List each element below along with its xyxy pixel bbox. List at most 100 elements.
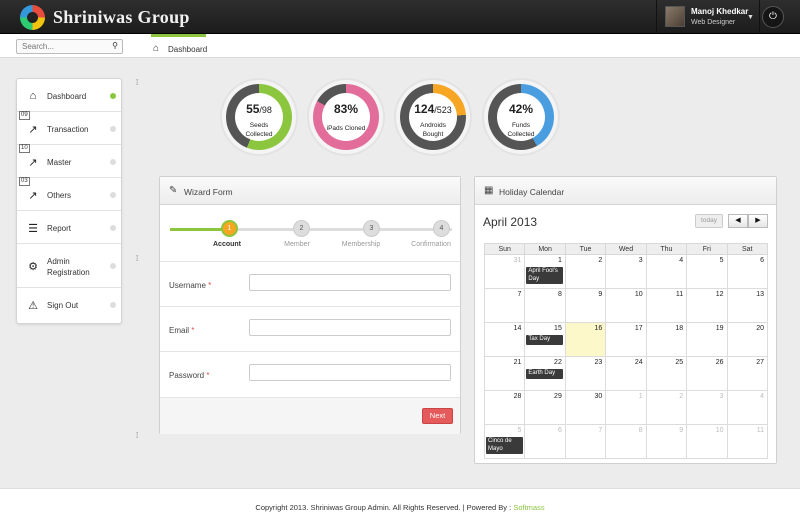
sidebar-item-others[interactable]: 03 ↗ Others: [17, 177, 121, 211]
resize-handle[interactable]: ⁞: [136, 432, 139, 451]
today-button[interactable]: today: [695, 214, 723, 228]
step-label-member[interactable]: Member: [262, 241, 332, 248]
search-icon[interactable]: ⚲: [112, 41, 118, 50]
calendar-day-cell[interactable]: 9: [645, 424, 688, 459]
calendar-day-cell[interactable]: 8: [605, 424, 647, 459]
step-label-confirmation[interactable]: Confirmation: [396, 241, 466, 248]
status-dot: [110, 159, 116, 165]
calendar-day-cell[interactable]: 30: [564, 390, 607, 425]
step-4-circle[interactable]: 4: [433, 220, 450, 237]
calendar-event[interactable]: April Fool's Day: [526, 267, 564, 284]
next-month-button[interactable]: ▶: [748, 214, 768, 228]
resize-handle[interactable]: ⁞: [136, 79, 139, 98]
wizard-panel: ✎ Wizard Form 1 2 3 4 Account Member Mem…: [159, 176, 461, 434]
calendar-day-cell[interactable]: 26: [686, 356, 728, 391]
day-number: 1: [557, 257, 562, 264]
calendar-day-cell[interactable]: 10: [605, 288, 647, 323]
sidebar-item-master[interactable]: 10 ↗ Master: [17, 144, 121, 178]
user-menu[interactable]: Manoj Khedkar Web Designer ▼: [656, 0, 760, 34]
calendar-day-cell[interactable]: 23: [564, 356, 607, 391]
resize-handle[interactable]: ⁞: [136, 255, 139, 274]
calendar-day-cell[interactable]: 13: [726, 288, 769, 323]
status-dot: [110, 263, 116, 269]
calendar-day-cell[interactable]: 11: [645, 288, 688, 323]
prev-month-button[interactable]: ◀: [728, 214, 748, 228]
calendar-day-cell[interactable]: 3: [686, 390, 728, 425]
step-3-circle[interactable]: 3: [363, 220, 380, 237]
calendar-day-cell[interactable]: 21: [483, 356, 526, 391]
calendar-day-cell[interactable]: 4: [645, 254, 688, 289]
sidebar-item-report[interactable]: ☰ Report: [17, 211, 121, 244]
sidebar-item-label: Others: [47, 191, 72, 200]
calendar-day-cell[interactable]: 9: [564, 288, 607, 323]
calendar-day-cell[interactable]: 16: [564, 322, 607, 357]
calendar-day-cell[interactable]: 31: [483, 254, 526, 289]
chevron-down-icon[interactable]: ▼: [747, 14, 754, 21]
calendar-day-cell[interactable]: 1: [605, 390, 647, 425]
sidebar-item-sign-out[interactable]: ⚠ Sign Out: [17, 288, 121, 321]
calendar-day-cell[interactable]: 2: [564, 254, 607, 289]
username-field[interactable]: [249, 274, 451, 291]
chart-line-icon: ↗: [28, 124, 38, 136]
calendar-day-cell[interactable]: 7: [483, 288, 526, 323]
calendar-day-cell[interactable]: 4: [726, 390, 769, 425]
calendar-day-cell[interactable]: 20: [726, 322, 769, 357]
day-number: 23: [594, 359, 603, 366]
calendar-day-cell[interactable]: 28: [483, 390, 526, 425]
calendar-icon: ▦: [484, 185, 494, 196]
calendar-day-cell[interactable]: 1 April Fool's Day: [524, 254, 566, 289]
user-role: Web Designer: [691, 19, 736, 26]
calendar-day-cell[interactable]: 29: [524, 390, 566, 425]
calendar-day-cell[interactable]: 10: [686, 424, 728, 459]
calendar-day-cell[interactable]: 6: [726, 254, 769, 289]
calendar-day-cell[interactable]: 17: [605, 322, 647, 357]
sidebar-item-dashboard[interactable]: ⌂ Dashboard: [17, 79, 121, 112]
progress-ring: [226, 84, 292, 150]
calendar-day-cell[interactable]: 15 Tax Day: [524, 322, 566, 357]
search-input[interactable]: [17, 40, 107, 53]
email-field[interactable]: [249, 319, 451, 336]
calendar-day-cell[interactable]: 22 Earth Day: [524, 356, 566, 391]
day-number: 4: [760, 393, 764, 400]
calendar-day-cell[interactable]: 19: [686, 322, 728, 357]
calendar-day-cell[interactable]: 25: [645, 356, 688, 391]
day-number: 3: [638, 257, 643, 264]
day-number: 25: [675, 359, 684, 366]
calendar-day-cell[interactable]: 24: [605, 356, 647, 391]
calendar-day-cell[interactable]: 18: [645, 322, 688, 357]
sidebar-item-transaction[interactable]: 09 ↗ Transaction: [17, 111, 121, 145]
home-icon[interactable]: ⌂: [153, 43, 159, 54]
calendar-day-cell[interactable]: 8: [524, 288, 566, 323]
calendar-grid: Sun Mon Tue Wed Thu Fri Sat 31 1 April Foo…: [483, 243, 769, 459]
weekday-header: Wed: [605, 243, 647, 255]
day-number: 5: [719, 257, 724, 264]
power-icon[interactable]: ⏻: [762, 6, 784, 28]
next-button[interactable]: Next: [422, 408, 453, 424]
brand-title[interactable]: Shriniwas Group: [53, 7, 190, 28]
calendar-event[interactable]: Earth Day: [526, 369, 564, 379]
calendar-day-cell[interactable]: 11: [726, 424, 769, 459]
breadcrumb-dashboard[interactable]: Dashboard: [168, 45, 207, 54]
calendar-day-cell[interactable]: 12: [686, 288, 728, 323]
step-1-circle[interactable]: 1: [221, 220, 238, 237]
calendar-event[interactable]: Cinco de Mayo: [486, 437, 523, 454]
sidebar-item-admin-registration[interactable]: ⚙ Admin Registration: [17, 244, 121, 288]
calendar-day-cell[interactable]: 6: [524, 424, 566, 459]
calendar-event[interactable]: Tax Day: [526, 335, 564, 345]
calendar-day-cell[interactable]: 5 Cinco de Mayo: [483, 424, 526, 459]
day-number: 24: [634, 359, 643, 366]
sub-bar: ⚲ ⌂ Dashboard: [0, 34, 800, 58]
calendar-day-cell[interactable]: 14: [483, 322, 526, 357]
calendar-day-cell[interactable]: 2: [645, 390, 688, 425]
calendar-day-cell[interactable]: 27: [726, 356, 769, 391]
step-label-membership[interactable]: Membership: [326, 241, 396, 248]
calendar-day-cell[interactable]: 3: [605, 254, 647, 289]
footer-link[interactable]: Softmass: [513, 503, 544, 512]
step-2-circle[interactable]: 2: [293, 220, 310, 237]
step-label-account[interactable]: Account: [192, 241, 262, 248]
brand-logo-icon[interactable]: [20, 5, 45, 30]
calendar-day-cell[interactable]: 5: [686, 254, 728, 289]
stat-caption: Androids Bought: [420, 122, 446, 138]
password-field[interactable]: [249, 364, 451, 381]
calendar-day-cell[interactable]: 7: [564, 424, 607, 459]
